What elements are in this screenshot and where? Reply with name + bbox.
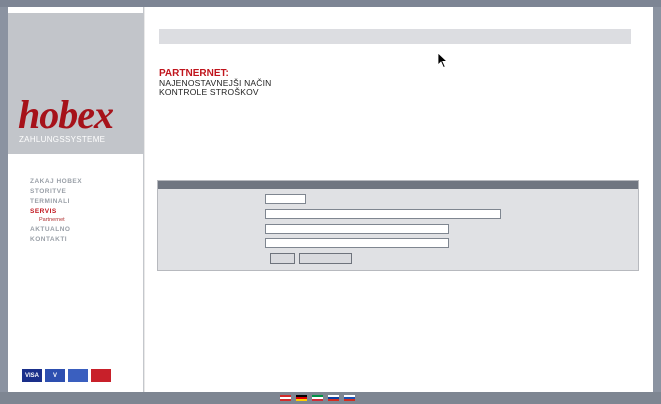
logo-panel: hobex ZAHLUNGSSYSTEME: [8, 13, 144, 154]
nav-item-zakaj-hobex[interactable]: ZAKAJ HOBEX: [30, 177, 82, 187]
mastercard-card-icon: [91, 369, 111, 382]
form-row-2: [158, 209, 638, 221]
sidebar-nav: ZAKAJ HOBEX STORITVE TERMINALI SERVIS Pa…: [30, 177, 82, 245]
flag-3-icon[interactable]: [312, 395, 323, 401]
top-menu: [159, 29, 631, 44]
form-title: [158, 181, 638, 189]
flag-4-icon[interactable]: [328, 395, 339, 401]
flag-2-icon[interactable]: [296, 395, 307, 401]
visa-electron-card-icon: V: [45, 369, 65, 382]
field-3-input[interactable]: [265, 224, 449, 234]
visa-card-icon: VISA: [22, 369, 42, 382]
nav-item-aktualno[interactable]: AKTUALNO: [30, 225, 82, 235]
window-top-bar: [0, 0, 661, 7]
form-row-4: [158, 238, 638, 250]
hobex-logo[interactable]: hobex: [18, 95, 114, 135]
nav-sub-partnernet[interactable]: Partnernet: [30, 217, 82, 225]
payment-cards: VISA V: [22, 369, 111, 382]
language-flags: [280, 395, 355, 401]
page-left-edge: [0, 7, 8, 392]
field-4-input[interactable]: [265, 238, 449, 248]
nav-item-kontakti[interactable]: KONTAKTI: [30, 235, 82, 245]
bottom-bar: [0, 392, 661, 404]
field-2-input[interactable]: [265, 209, 501, 219]
maestro-card-icon: [68, 369, 88, 382]
form-buttons: [158, 253, 638, 265]
secondary-button[interactable]: [299, 253, 352, 264]
field-1-input[interactable]: [265, 194, 306, 204]
primary-button[interactable]: [270, 253, 295, 264]
nav-item-servis[interactable]: SERVIS: [30, 207, 82, 217]
form-row-3: [158, 224, 638, 236]
page-headline: PARTNERNET: NAJENOSTAVNEJŠI NAČIN KONTRO…: [159, 69, 272, 97]
logo-subtitle: ZAHLUNGSSYSTEME: [19, 135, 106, 144]
nav-item-storitve[interactable]: STORITVE: [30, 187, 82, 197]
flag-5-icon[interactable]: [344, 395, 355, 401]
sidebar: hobex ZAHLUNGSSYSTEME ZAKAJ HOBEX STORIT…: [8, 7, 144, 392]
login-form: [157, 180, 639, 271]
headline-line-2: KONTROLE STROŠKOV: [159, 87, 259, 97]
nav-item-terminali[interactable]: TERMINALI: [30, 197, 82, 207]
main-content: PARTNERNET: NAJENOSTAVNEJŠI NAČIN KONTRO…: [145, 7, 653, 392]
mouse-cursor-icon: [438, 53, 449, 69]
flag-1-icon[interactable]: [280, 395, 291, 401]
form-row-1: [158, 194, 638, 206]
page-right-edge: [653, 7, 661, 392]
